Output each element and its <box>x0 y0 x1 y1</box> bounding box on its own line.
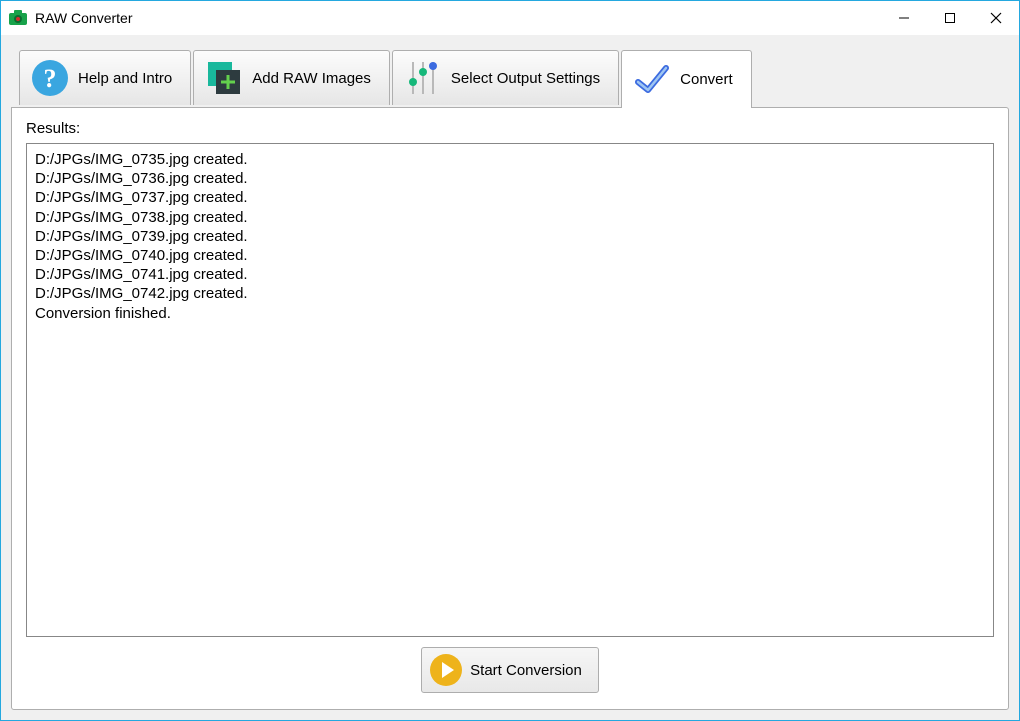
tab-label: Convert <box>680 71 733 88</box>
titlebar: RAW Converter <box>1 1 1019 35</box>
client-area: ? Help and Intro Add RAW Images <box>1 35 1019 720</box>
results-line: Conversion finished. <box>35 304 985 323</box>
tab-convert[interactable]: Convert <box>621 50 752 108</box>
tab-help[interactable]: ? Help and Intro <box>19 50 191 105</box>
results-line: D:/JPGs/IMG_0741.jpg created. <box>35 265 985 284</box>
add-images-icon <box>204 58 244 98</box>
app-icon <box>9 10 27 26</box>
help-icon: ? <box>30 58 70 98</box>
sliders-icon <box>403 58 443 98</box>
window-controls <box>881 1 1019 35</box>
results-line: D:/JPGs/IMG_0740.jpg created. <box>35 246 985 265</box>
results-textarea[interactable]: D:/JPGs/IMG_0735.jpg created.D:/JPGs/IMG… <box>26 143 994 637</box>
maximize-button[interactable] <box>927 1 973 35</box>
results-line: D:/JPGs/IMG_0738.jpg created. <box>35 208 985 227</box>
tab-output-settings[interactable]: Select Output Settings <box>392 50 619 105</box>
checkmark-icon <box>632 60 672 100</box>
tab-label: Select Output Settings <box>451 70 600 87</box>
results-label: Results: <box>26 120 994 137</box>
window-title: RAW Converter <box>35 10 881 26</box>
svg-text:?: ? <box>44 64 57 93</box>
results-line: D:/JPGs/IMG_0735.jpg created. <box>35 150 985 169</box>
footer: Start Conversion <box>26 637 994 695</box>
close-button[interactable] <box>973 1 1019 35</box>
minimize-button[interactable] <box>881 1 927 35</box>
start-button-label: Start Conversion <box>470 662 582 679</box>
tab-label: Add RAW Images <box>252 70 371 87</box>
start-conversion-button[interactable]: Start Conversion <box>421 647 599 693</box>
tabpage-convert: Results: D:/JPGs/IMG_0735.jpg created.D:… <box>11 107 1009 710</box>
tabstrip: ? Help and Intro Add RAW Images <box>11 49 1009 107</box>
tab-label: Help and Intro <box>78 70 172 87</box>
results-line: D:/JPGs/IMG_0736.jpg created. <box>35 169 985 188</box>
results-line: D:/JPGs/IMG_0739.jpg created. <box>35 227 985 246</box>
app-window: RAW Converter ? Hel <box>0 0 1020 721</box>
play-icon <box>428 652 464 688</box>
results-line: D:/JPGs/IMG_0742.jpg created. <box>35 284 985 303</box>
results-line: D:/JPGs/IMG_0737.jpg created. <box>35 188 985 207</box>
tab-add-images[interactable]: Add RAW Images <box>193 50 390 105</box>
